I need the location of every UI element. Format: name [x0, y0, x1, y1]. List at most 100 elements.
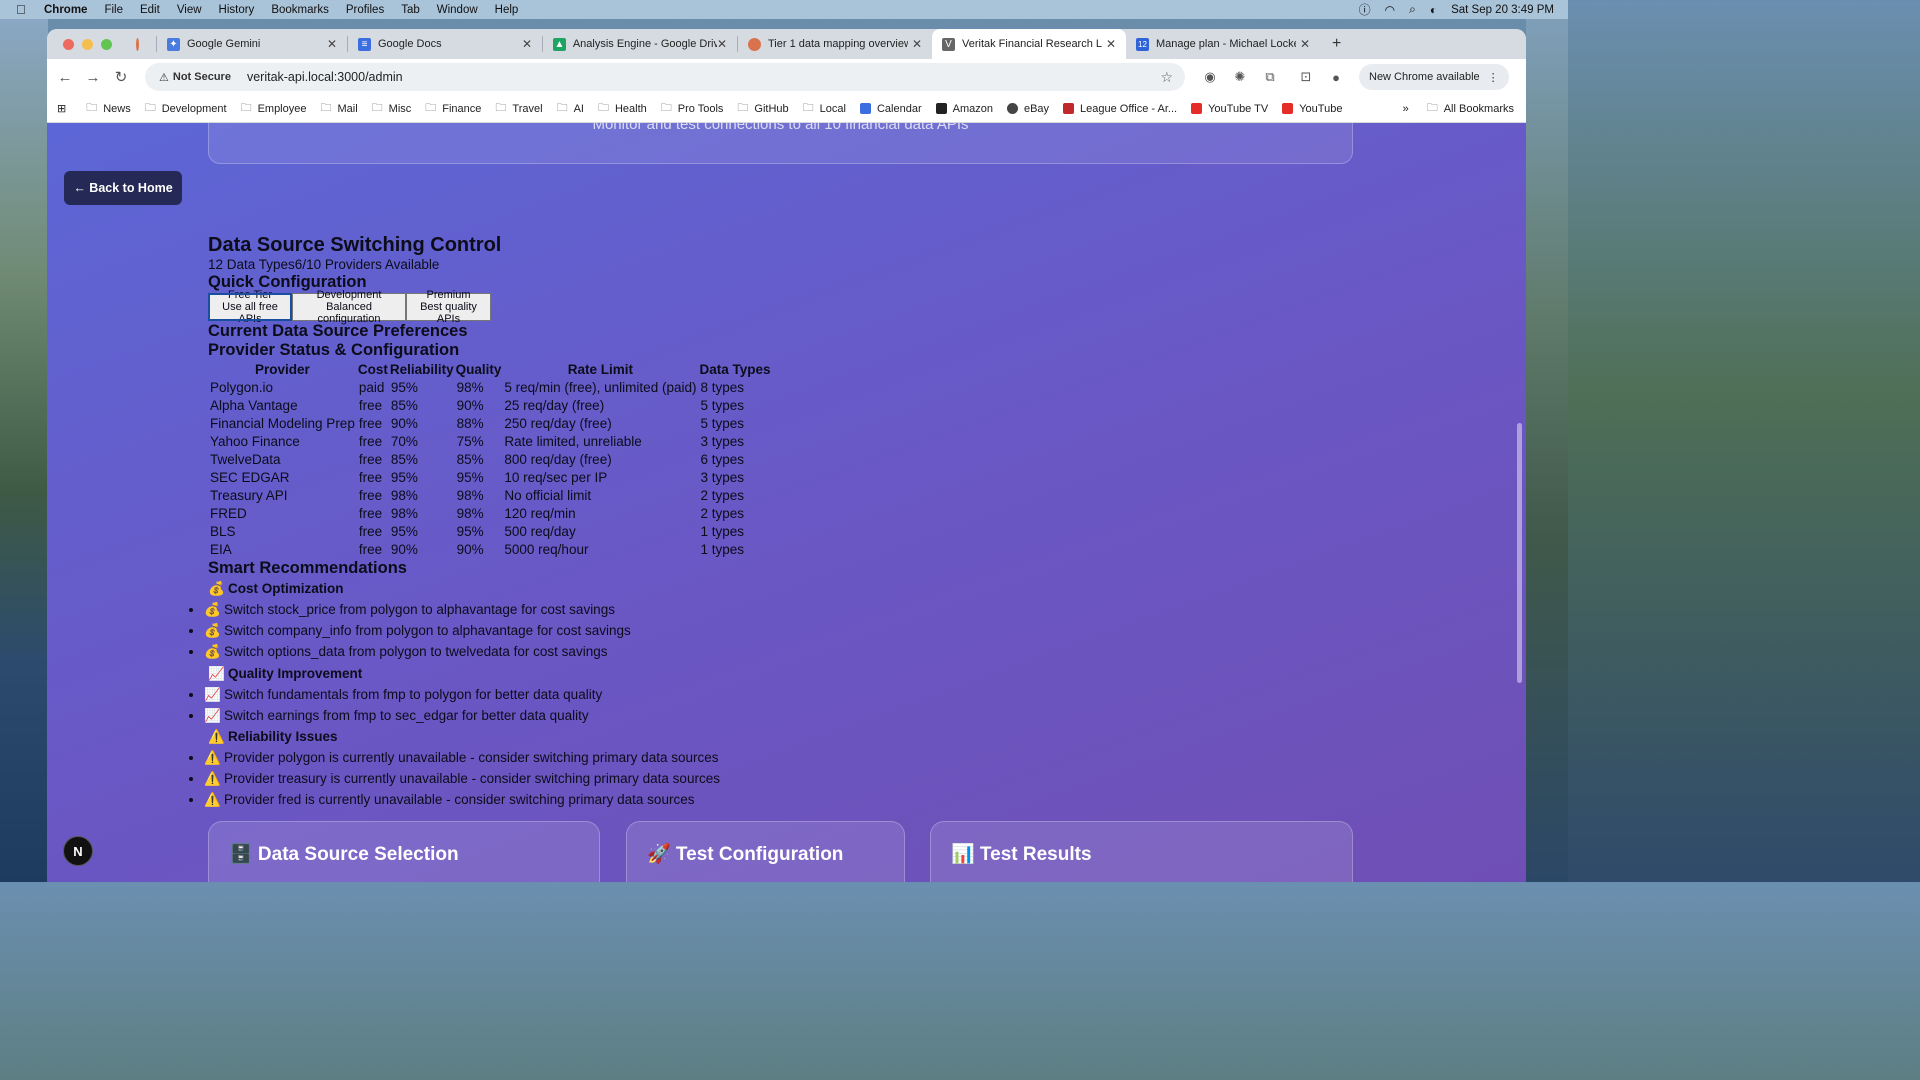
tab-manage-plan[interactable]: 12 Manage plan - Michael Locke ✕	[1126, 29, 1320, 59]
page-scrollbar[interactable]	[1517, 423, 1522, 683]
rec-heading-text: Cost Optimization	[228, 581, 344, 596]
url-text[interactable]: veritak-api.local:3000/admin	[247, 70, 403, 84]
menu-file[interactable]: File	[104, 4, 123, 16]
bookmark-folder-news[interactable]: 🗀 News	[86, 99, 131, 118]
tab-veritak-active[interactable]: V Veritak Financial Research LL ✕	[932, 29, 1126, 59]
reliability-issues-list: ⚠️Provider polygon is currently unavaila…	[196, 747, 772, 811]
tab-analysis-engine[interactable]: ▲ Analysis Engine - Google Driv ✕	[543, 29, 737, 59]
security-indicator[interactable]: ⚠ Not Secure	[153, 71, 237, 84]
password-manager-icon[interactable]: ⓘ	[1359, 1, 1371, 18]
all-bookmarks-folder[interactable]: 🗀 All Bookmarks	[1427, 99, 1514, 118]
bookmark-league-office[interactable]: League Office - Ar...	[1063, 103, 1177, 115]
data-source-switching-panel: Data Source Switching Control 12 Data Ty…	[204, 233, 772, 811]
bookmark-folder-ai[interactable]: 🗀 AI	[557, 99, 584, 118]
development-button[interactable]: Development Balanced configuration	[292, 289, 406, 325]
bookmark-youtube-tv[interactable]: YouTube TV	[1191, 103, 1268, 115]
types-summary: 12 Data Types6/10 Providers Available	[208, 257, 440, 272]
menu-window[interactable]: Window	[437, 4, 478, 16]
tab-claude-pinned[interactable]	[126, 29, 156, 59]
rec-heading-text: Quality Improvement	[228, 665, 363, 681]
menubar-clock[interactable]: Sat Sep 20 3:49 PM	[1451, 4, 1554, 16]
table-row: TwelveData free 85% 85% 800 req/day (free) 6 …	[208, 451, 772, 469]
recommendation-text: Switch company_info from polygon to alph…	[224, 623, 631, 639]
table-row: Alpha Vantage free 85% 90% 25 req/day (free)…	[208, 397, 772, 415]
more-menu-icon[interactable]: ⋮	[1488, 71, 1499, 84]
close-tab-icon[interactable]: ✕	[1300, 37, 1310, 51]
quality-improvement-heading: 📈 Quality Improvement	[208, 663, 772, 684]
premium-button[interactable]: Premium Best quality APIs	[406, 289, 491, 325]
money-bag-icon: 💰	[208, 581, 225, 596]
provider-rate-limit: 10 req/sec per IP	[504, 470, 608, 485]
back-arrow-icon[interactable]: ←	[51, 69, 79, 86]
menu-tab[interactable]: Tab	[401, 4, 420, 16]
bookmark-calendar[interactable]: Calendar	[859, 103, 922, 115]
spotlight-search-icon[interactable]: ⌕	[1409, 2, 1416, 17]
tab-search-icon[interactable]: ⊡	[1291, 69, 1321, 85]
profile-avatar-icon[interactable]: ●	[1321, 70, 1351, 85]
provider-quality: 95%	[456, 524, 484, 539]
bookmark-folder-development[interactable]: 🗀 Development	[145, 99, 227, 118]
bookmark-folder-misc[interactable]: 🗀 Misc	[372, 99, 412, 118]
menu-edit[interactable]: Edit	[140, 4, 160, 16]
desktop-wallpaper-left	[0, 19, 48, 882]
provider-quality: 88%	[456, 416, 484, 431]
menu-bookmarks[interactable]: Bookmarks	[271, 4, 329, 16]
bookmark-folder-employee[interactable]: 🗀 Employee	[241, 99, 307, 118]
youtube-icon	[1282, 103, 1294, 114]
apple-menu-icon[interactable]: 	[16, 2, 30, 17]
tab-tier1-data-mapping[interactable]: Tier 1 data mapping overview ✕	[738, 29, 932, 59]
close-window-button[interactable]	[63, 38, 74, 50]
new-chrome-available-button[interactable]: New Chrome available ⋮	[1359, 64, 1509, 90]
tab-google-gemini[interactable]: ✦ Google Gemini ✕	[157, 29, 347, 59]
apps-grid-icon[interactable]: ⊞	[57, 102, 66, 115]
provider-reliability: 95%	[390, 524, 418, 539]
bookmark-star-icon[interactable]: ☆	[1160, 69, 1173, 86]
free-tier-button[interactable]: Free Tier Use all free APIs	[208, 289, 292, 325]
control-center-icon[interactable]: ◐	[1430, 3, 1437, 17]
close-tab-icon[interactable]: ✕	[717, 37, 727, 51]
extensions-puzzle-icon[interactable]: ⧉	[1255, 69, 1285, 85]
bookmark-folder-github[interactable]: 🗀 GitHub	[737, 99, 788, 118]
provider-cost: free	[358, 506, 383, 521]
forward-arrow-icon[interactable]: →	[79, 69, 107, 86]
provider-rate-limit: 5 req/min (free), unlimited (paid)	[504, 380, 697, 395]
app-menu-chrome[interactable]: Chrome	[44, 4, 87, 16]
close-tab-icon[interactable]: ✕	[1106, 37, 1116, 51]
bookmarks-overflow-chevron-icon[interactable]: »	[1403, 103, 1409, 115]
back-to-home-button[interactable]: ← Back to Home	[64, 171, 182, 205]
menu-help[interactable]: Help	[495, 4, 519, 16]
menu-history[interactable]: History	[219, 4, 255, 16]
bookmark-folder-pro-tools[interactable]: 🗀 Pro Tools	[661, 99, 724, 118]
quick-config-heading: Quick Configuration	[208, 273, 367, 291]
reload-icon[interactable]: ↻	[107, 68, 135, 86]
bookmark-youtube[interactable]: YouTube	[1282, 103, 1342, 115]
bookmark-folder-local[interactable]: 🗀 Local	[803, 99, 846, 118]
menu-profiles[interactable]: Profiles	[346, 4, 384, 16]
menu-view[interactable]: View	[177, 4, 202, 16]
wifi-icon[interactable]: ◠	[1385, 3, 1395, 17]
close-tab-icon[interactable]: ✕	[912, 37, 922, 51]
minimize-window-button[interactable]	[82, 38, 93, 50]
extension-gear-icon[interactable]: ✺	[1225, 69, 1255, 85]
next-dev-indicator-badge[interactable]: N	[63, 836, 93, 866]
new-tab-plus-icon[interactable]: +	[1332, 35, 1341, 53]
bookmark-folder-health[interactable]: 🗀 Health	[598, 99, 647, 118]
provider-reliability: 95%	[390, 470, 418, 485]
header-subtitle: Monitor and test connections to all 10 f…	[592, 123, 969, 133]
provider-quality: 85%	[456, 452, 484, 467]
tab-google-docs[interactable]: ≡ Google Docs ✕	[348, 29, 542, 59]
bookmark-folder-travel[interactable]: 🗀 Travel	[495, 99, 542, 118]
password-extension-icon[interactable]: ◉	[1195, 69, 1225, 85]
bookmark-folder-finance[interactable]: 🗀 Finance	[425, 99, 481, 118]
bookmark-label: YouTube TV	[1208, 102, 1269, 115]
bookmark-ebay[interactable]: eBay	[1006, 103, 1049, 115]
zoom-window-button[interactable]	[101, 38, 112, 50]
close-tab-icon[interactable]: ✕	[327, 37, 337, 51]
bookmark-folder-mail[interactable]: 🗀 Mail	[320, 99, 357, 118]
bookmark-amazon[interactable]: Amazon	[935, 103, 993, 115]
col-reliability: Reliability	[389, 362, 454, 377]
address-bar[interactable]: ⚠ Not Secure veritak-api.local:3000/admi…	[145, 63, 1185, 91]
close-tab-icon[interactable]: ✕	[522, 37, 532, 51]
list-item: 📈Switch earnings from fmp to sec_edgar f…	[204, 705, 772, 726]
bookmark-label: Misc	[388, 102, 412, 115]
